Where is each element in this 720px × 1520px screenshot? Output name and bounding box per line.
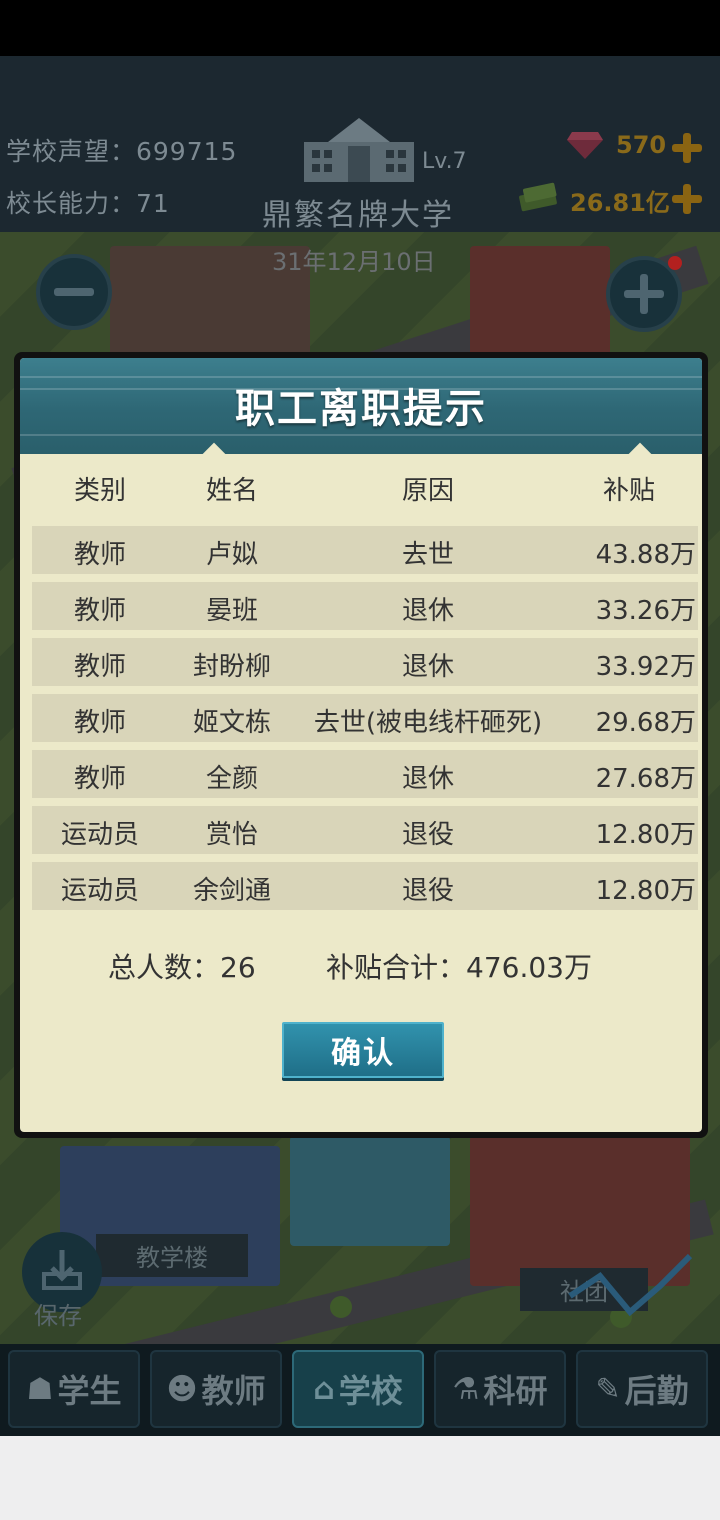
tab-logistics-label: 后勤 <box>624 1372 689 1410</box>
tab-research[interactable]: ⚗ 科研 <box>434 1350 566 1428</box>
cell-name: 余剑通 <box>192 876 271 906</box>
table-row: 运动员 赏怡 退役 12.80万 <box>32 806 698 854</box>
tab-school-label: 学校 <box>338 1372 403 1410</box>
bottom-nav: ☗ 学生 ☻ 教师 ⌂ 学校 ⚗ 科研 ✎ 后勤 <box>0 1344 720 1436</box>
cell-type: 运动员 <box>60 820 139 850</box>
cell-subsidy: 33.26万 <box>595 596 696 626</box>
zoom-out-button[interactable] <box>36 254 112 330</box>
system-nav-area <box>0 1436 720 1520</box>
school-level: Lv.7 <box>422 149 467 174</box>
teaching-building-label[interactable]: 教学楼 <box>96 1234 248 1277</box>
student-icon: ☗ <box>26 1371 54 1407</box>
cell-reason: 退役 <box>401 876 454 906</box>
teacher-icon: ☻ <box>166 1371 198 1407</box>
cell-name: 赏怡 <box>205 820 258 850</box>
table-row: 教师 姬文栋 去世(被电线杆砸死) 29.68万 <box>32 694 698 742</box>
cell-type: 教师 <box>73 540 126 570</box>
table-row: 教师 封盼柳 退休 33.92万 <box>32 638 698 686</box>
column-header-reason: 原因 <box>401 476 454 506</box>
top-header: 学校声望：699715 校长能力：71 Lv.7 鼎繁名牌大学 570 26.8… <box>0 56 720 233</box>
tab-logistics[interactable]: ✎ 后勤 <box>576 1350 708 1428</box>
cell-reason: 去世 <box>401 540 454 570</box>
cell-reason: 退休 <box>401 764 454 794</box>
plus-icon-vertical <box>640 274 648 314</box>
cell-name: 封盼柳 <box>192 652 271 682</box>
status-bar <box>0 0 720 56</box>
table-row: 教师 全颜 退休 27.68万 <box>32 750 698 798</box>
school-icon: ⌂ <box>313 1371 335 1407</box>
school-name: 鼎繁名牌大学 <box>262 198 454 233</box>
cell-type: 教师 <box>73 708 126 738</box>
staff-departure-dialog: 职工离职提示 类别 姓名 原因 补贴 教师 卢姒 去世 43.88万 教师 晏班… <box>14 352 708 1138</box>
sports-court <box>290 1136 450 1246</box>
total-subsidy: 补贴合计：476.03万 <box>326 951 592 984</box>
cell-subsidy: 27.68万 <box>595 764 696 794</box>
cell-type: 教师 <box>73 764 126 794</box>
cell-reason: 去世(被电线杆砸死) <box>313 708 543 738</box>
school-building-icon <box>304 118 414 182</box>
table-row: 运动员 余剑通 退役 12.80万 <box>32 862 698 910</box>
confirm-button[interactable]: 确认 <box>282 1022 444 1078</box>
gem-count: 570 <box>616 131 667 159</box>
trend-chart-icon[interactable] <box>560 1246 710 1330</box>
money-amount: 26.81亿 <box>570 189 670 217</box>
tab-research-label: 科研 <box>483 1372 548 1410</box>
cell-subsidy: 33.92万 <box>595 652 696 682</box>
add-gems-icon[interactable] <box>672 133 702 163</box>
dialog-title: 职工离职提示 <box>235 386 487 432</box>
tab-teachers-label: 教师 <box>201 1372 266 1410</box>
add-money-icon[interactable] <box>672 184 702 214</box>
notification-dot <box>668 256 682 270</box>
total-people: 总人数：26 <box>108 951 256 984</box>
cell-subsidy: 43.88万 <box>595 540 696 570</box>
principal-ability: 校长能力：71 <box>6 189 170 218</box>
flask-icon: ⚗ <box>452 1371 480 1407</box>
building <box>470 246 610 366</box>
tab-teachers[interactable]: ☻ 教师 <box>150 1350 282 1428</box>
tab-students[interactable]: ☗ 学生 <box>8 1350 140 1428</box>
tree <box>330 1296 352 1318</box>
tab-students-label: 学生 <box>57 1372 122 1410</box>
cell-name: 姬文栋 <box>192 708 271 738</box>
cell-subsidy: 12.80万 <box>595 876 696 906</box>
cell-type: 教师 <box>73 596 126 626</box>
game-date: 31年12月10日 <box>272 248 436 276</box>
cell-subsidy: 12.80万 <box>595 820 696 850</box>
gem-icon <box>567 132 603 159</box>
column-header-subsidy: 补贴 <box>602 476 655 506</box>
cell-name: 全颜 <box>205 764 258 794</box>
column-header-type: 类别 <box>73 476 126 506</box>
table-row: 教师 晏班 退休 33.26万 <box>32 582 698 630</box>
cell-name: 晏班 <box>205 596 258 626</box>
cell-type: 运动员 <box>60 876 139 906</box>
clipboard-icon: ✎ <box>595 1371 621 1407</box>
tab-school[interactable]: ⌂ 学校 <box>292 1350 424 1428</box>
money-icon <box>519 182 557 212</box>
save-label: 保存 <box>34 1302 82 1330</box>
cell-reason: 退役 <box>401 820 454 850</box>
column-header-name: 姓名 <box>205 476 258 506</box>
banner-stripe <box>20 434 702 436</box>
dialog-panel: 职工离职提示 类别 姓名 原因 补贴 教师 卢姒 去世 43.88万 教师 晏班… <box>20 358 702 1132</box>
table-row: 教师 卢姒 去世 43.88万 <box>32 526 698 574</box>
cell-reason: 退休 <box>401 596 454 626</box>
cell-type: 教师 <box>73 652 126 682</box>
minus-icon <box>54 288 94 296</box>
cell-name: 卢姒 <box>205 540 258 570</box>
school-reputation: 学校声望：699715 <box>6 137 238 166</box>
cell-subsidy: 29.68万 <box>595 708 696 738</box>
cell-reason: 退休 <box>401 652 454 682</box>
